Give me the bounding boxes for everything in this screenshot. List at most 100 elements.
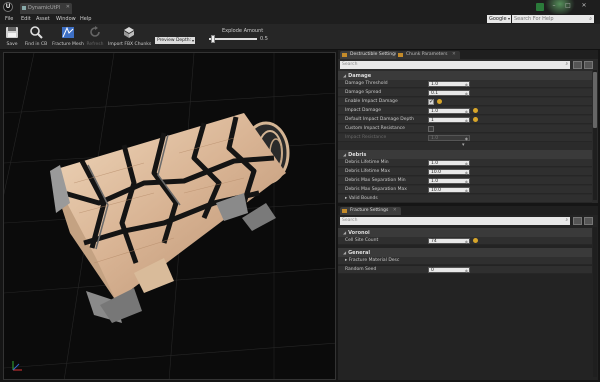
impact-damage-input[interactable]: 1.0 ◆ — [428, 108, 470, 114]
debris-lifetime-min-input[interactable]: 1.0 ◆ — [428, 160, 470, 166]
expand-advanced-icon[interactable]: ▾ — [462, 143, 468, 148]
document-tab[interactable]: DynamicUtPl ✕ — [20, 3, 72, 14]
debris-lifetime-max-input[interactable]: 10.0 ◆ — [428, 169, 470, 175]
property-label: Custom Impact Resistance — [345, 126, 405, 131]
menu-help[interactable]: Help — [80, 16, 91, 22]
property-value: 1.0 — [431, 179, 439, 184]
default-impact-damage-depth-input[interactable]: 1 ◆ — [428, 117, 470, 123]
explode-amount-label: Explode Amount — [222, 28, 264, 34]
category-damage[interactable]: ◢ Damage — [338, 71, 592, 80]
fracture-mesh-button[interactable]: Fracture Mesh — [52, 26, 84, 47]
property-value: 1.0 — [431, 136, 439, 141]
property-label: ▸ Fracture Material Desc — [345, 258, 399, 263]
import-fbx-chunks-button[interactable]: Import FBX Chunks — [108, 26, 151, 47]
spinner-icon[interactable]: ◆ — [465, 268, 468, 273]
source-control-icon[interactable] — [536, 3, 544, 11]
help-search-input[interactable]: Search For Help ⌕ — [512, 15, 594, 23]
fracture-scrollbar[interactable] — [593, 227, 597, 377]
property-label: Enable Impact Damage — [345, 99, 398, 104]
unreal-logo-icon[interactable]: U — [3, 2, 13, 12]
property-row-fracture-material-desc[interactable]: ▸ Fracture Material Desc — [338, 257, 592, 265]
preview-depth-select[interactable]: Preview Depth: 1 ▾ — [155, 37, 195, 50]
reset-to-default-icon[interactable] — [473, 238, 478, 243]
search-engine-label: Google — [489, 16, 507, 22]
menu-asset[interactable]: Asset — [36, 16, 50, 22]
tab-fracture-settings-label: Fracture Settings — [350, 208, 389, 213]
property-value: 1 — [431, 118, 434, 123]
reset-to-default-icon[interactable] — [473, 117, 478, 122]
save-label: Save — [6, 42, 18, 47]
refresh-button[interactable]: Refresh — [86, 26, 104, 47]
valid-bounds-label: Valid Bounds — [348, 196, 378, 201]
property-value: 10.0 — [431, 170, 442, 175]
category-voronoi[interactable]: ◢ Voronoi — [338, 228, 592, 237]
magnifier-icon — [30, 26, 43, 39]
reset-to-default-icon[interactable] — [473, 108, 478, 113]
debris-max-separation-max-input[interactable]: 10.0 ◆ — [428, 187, 470, 193]
custom-impact-resistance-checkbox[interactable] — [428, 126, 434, 132]
spinner-icon[interactable]: ◆ — [465, 91, 468, 96]
search-icon: ⌕ — [565, 218, 568, 223]
minimize-icon[interactable]: – — [548, 1, 560, 11]
search-engine-select[interactable]: Google ▾ — [487, 15, 511, 23]
explode-amount-slider-handle[interactable] — [211, 35, 216, 43]
fracture-search-input[interactable]: Search ⌕ — [340, 217, 570, 225]
damage-spread-input[interactable]: 0.1 ◆ — [428, 90, 470, 96]
enable-impact-damage-checkbox[interactable] — [428, 98, 434, 105]
spinner-icon[interactable]: ◆ — [465, 179, 468, 184]
menu-window[interactable]: Window — [56, 16, 76, 22]
random-seed-input[interactable]: 0 ◆ — [428, 267, 470, 273]
menu-edit[interactable]: Edit — [21, 16, 31, 22]
scrollbar-thumb[interactable] — [593, 72, 597, 128]
fracture-settings-panel: Fracture Settings ✕ Search ⌕ ◢ Voronoi Ce… — [338, 206, 598, 380]
spinner-icon[interactable]: ◆ — [465, 118, 468, 123]
fracture-panel-tabs: Fracture Settings ✕ — [338, 206, 598, 215]
reset-to-default-icon[interactable] — [437, 99, 442, 104]
explode-amount-slider-track[interactable] — [209, 38, 257, 40]
debris-max-separation-min-input[interactable]: 1.0 ◆ — [428, 178, 470, 184]
settings-tab-icon — [342, 53, 347, 57]
property-label: Impact Damage — [345, 108, 381, 113]
destructible-search-input[interactable]: Search ⌕ — [340, 61, 570, 69]
property-label: Debris Max Separation Min — [345, 178, 406, 183]
close-window-icon[interactable]: ✕ — [578, 1, 590, 11]
view-options-eye-icon[interactable] — [584, 61, 593, 69]
destructible-scrollbar[interactable] — [593, 70, 597, 200]
viewport[interactable] — [3, 52, 336, 380]
category-damage-title: Damage — [348, 73, 372, 79]
category-general[interactable]: ◢ General — [338, 248, 592, 257]
save-button[interactable]: Save — [3, 26, 21, 47]
spinner-icon[interactable]: ◆ — [465, 170, 468, 175]
destructible-settings-panel: Destructible Settings ✕ Chunk Parameters… — [338, 50, 598, 203]
spinner-icon[interactable]: ◆ — [465, 161, 468, 166]
property-row-damage-threshold: Damage Threshold 1.0 ◆ — [338, 80, 592, 88]
parameters-tab-icon — [398, 53, 403, 57]
close-tab-icon[interactable]: ✕ — [452, 52, 456, 57]
maximize-icon[interactable]: □ — [562, 1, 574, 11]
find-in-cb-button[interactable]: Find in CB — [23, 26, 49, 47]
collapse-triangle-icon: ◢ — [343, 152, 347, 157]
fracture-material-desc-label: Fracture Material Desc — [348, 258, 400, 263]
collapse-triangle-icon: ◢ — [343, 230, 347, 235]
close-tab-icon[interactable]: ✕ — [66, 4, 70, 10]
damage-threshold-input[interactable]: 1.0 ◆ — [428, 81, 470, 87]
cell-site-count-input[interactable]: 74 ◆ — [428, 238, 470, 244]
property-row-enable-impact-damage: Enable Impact Damage — [338, 98, 592, 106]
property-label: Damage Threshold — [345, 81, 388, 86]
property-matrix-button[interactable] — [573, 61, 582, 69]
view-options-eye-icon[interactable] — [584, 217, 593, 225]
category-debris[interactable]: ◢ Debris — [338, 150, 592, 159]
property-row-valid-bounds[interactable]: ▸ Valid Bounds — [338, 195, 592, 203]
spinner-icon[interactable]: ◆ — [465, 188, 468, 193]
property-value: 1.0 — [431, 82, 439, 87]
property-row-cell-site-count: Cell Site Count 74 ◆ — [338, 237, 592, 245]
spinner-icon[interactable]: ◆ — [465, 239, 468, 244]
refresh-label: Refresh — [86, 42, 104, 47]
spinner-icon[interactable]: ◆ — [465, 82, 468, 87]
spinner-icon[interactable]: ◆ — [465, 109, 468, 114]
close-tab-icon[interactable]: ✕ — [393, 208, 397, 213]
property-matrix-button[interactable] — [573, 217, 582, 225]
tab-fracture-settings[interactable]: Fracture Settings ✕ — [340, 207, 401, 215]
tab-chunk-parameters[interactable]: Chunk Parameters ✕ — [396, 51, 460, 59]
menu-file[interactable]: File — [5, 16, 13, 22]
